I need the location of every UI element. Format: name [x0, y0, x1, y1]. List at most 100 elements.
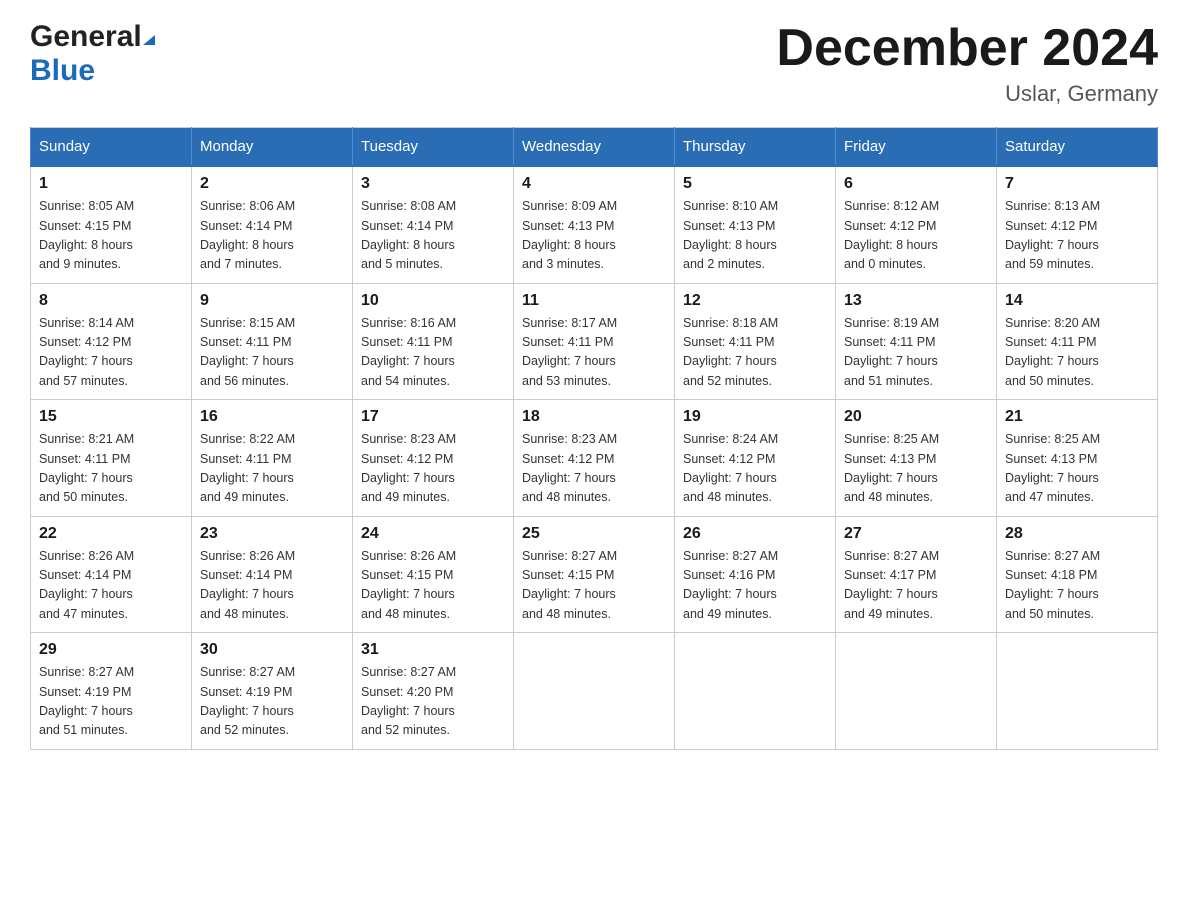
calendar-cell: 17 Sunrise: 8:23 AMSunset: 4:12 PMDayligh…	[353, 400, 514, 517]
day-number: 22	[39, 525, 183, 543]
calendar-cell: 5Sunrise: 8:10 AMSunset: 4:13 PMDaylight…	[675, 166, 836, 283]
page-header: General Blue December 2024 Uslar, German…	[30, 20, 1158, 107]
day-info: Sunrise: 8:27 AMSunset: 4:19 PMDaylight:…	[200, 663, 344, 741]
calendar-cell: 18 Sunrise: 8:23 AMSunset: 4:12 PMDayligh…	[514, 400, 675, 517]
calendar-cell: 9 Sunrise: 8:15 AMSunset: 4:11 PMDaylight…	[192, 283, 353, 400]
day-info: Sunrise: 8:27 AMSunset: 4:18 PMDaylight:…	[1005, 547, 1149, 625]
day-number: 27	[844, 525, 988, 543]
calendar-cell	[675, 633, 836, 750]
calendar-cell: 4Sunrise: 8:09 AMSunset: 4:13 PMDaylight…	[514, 166, 675, 283]
calendar-cell: 29 Sunrise: 8:27 AMSunset: 4:19 PMDayligh…	[31, 633, 192, 750]
calendar-cell: 26 Sunrise: 8:27 AMSunset: 4:16 PMDayligh…	[675, 516, 836, 633]
day-info: Sunrise: 8:24 AMSunset: 4:12 PMDaylight:…	[683, 430, 827, 508]
day-number: 31	[361, 641, 505, 659]
day-info: Sunrise: 8:27 AMSunset: 4:16 PMDaylight:…	[683, 547, 827, 625]
day-info: Sunrise: 8:13 AMSunset: 4:12 PMDaylight:…	[1005, 197, 1149, 275]
logo: General Blue	[30, 20, 155, 88]
calendar-cell: 22 Sunrise: 8:26 AMSunset: 4:14 PMDayligh…	[31, 516, 192, 633]
calendar-cell: 7Sunrise: 8:13 AMSunset: 4:12 PMDaylight…	[997, 166, 1158, 283]
calendar-cell: 13Sunrise: 8:19 AMSunset: 4:11 PMDayligh…	[836, 283, 997, 400]
day-info: Sunrise: 8:14 AMSunset: 4:12 PMDaylight:…	[39, 314, 183, 392]
day-number: 15	[39, 408, 183, 426]
calendar-cell: 28 Sunrise: 8:27 AMSunset: 4:18 PMDayligh…	[997, 516, 1158, 633]
day-number: 8	[39, 292, 183, 310]
day-number: 11	[522, 292, 666, 310]
day-info: Sunrise: 8:27 AMSunset: 4:15 PMDaylight:…	[522, 547, 666, 625]
day-info: Sunrise: 8:20 AMSunset: 4:11 PMDaylight:…	[1005, 314, 1149, 392]
calendar-cell: 31 Sunrise: 8:27 AMSunset: 4:20 PMDayligh…	[353, 633, 514, 750]
week-row-2: 8 Sunrise: 8:14 AMSunset: 4:12 PMDaylight…	[31, 283, 1158, 400]
column-header-tuesday: Tuesday	[353, 128, 514, 167]
day-number: 17	[361, 408, 505, 426]
day-info: Sunrise: 8:12 AMSunset: 4:12 PMDaylight:…	[844, 197, 988, 275]
column-header-friday: Friday	[836, 128, 997, 167]
calendar-cell: 2 Sunrise: 8:06 AMSunset: 4:14 PMDaylight…	[192, 166, 353, 283]
calendar-cell: 3 Sunrise: 8:08 AMSunset: 4:14 PMDaylight…	[353, 166, 514, 283]
day-number: 16	[200, 408, 344, 426]
day-number: 19	[683, 408, 827, 426]
day-number: 25	[522, 525, 666, 543]
day-info: Sunrise: 8:26 AMSunset: 4:15 PMDaylight:…	[361, 547, 505, 625]
day-number: 20	[844, 408, 988, 426]
column-header-saturday: Saturday	[997, 128, 1158, 167]
week-row-3: 15 Sunrise: 8:21 AMSunset: 4:11 PMDayligh…	[31, 400, 1158, 517]
day-info: Sunrise: 8:10 AMSunset: 4:13 PMDaylight:…	[683, 197, 827, 275]
location-label: Uslar, Germany	[776, 81, 1158, 107]
day-info: Sunrise: 8:21 AMSunset: 4:11 PMDaylight:…	[39, 430, 183, 508]
day-number: 6	[844, 175, 988, 193]
day-info: Sunrise: 8:23 AMSunset: 4:12 PMDaylight:…	[361, 430, 505, 508]
day-info: Sunrise: 8:05 AMSunset: 4:15 PMDaylight:…	[39, 197, 183, 275]
column-header-monday: Monday	[192, 128, 353, 167]
day-number: 21	[1005, 408, 1149, 426]
calendar-cell: 21Sunrise: 8:25 AMSunset: 4:13 PMDayligh…	[997, 400, 1158, 517]
day-number: 29	[39, 641, 183, 659]
calendar-cell	[997, 633, 1158, 750]
day-info: Sunrise: 8:18 AMSunset: 4:11 PMDaylight:…	[683, 314, 827, 392]
calendar-cell: 11Sunrise: 8:17 AMSunset: 4:11 PMDayligh…	[514, 283, 675, 400]
day-info: Sunrise: 8:25 AMSunset: 4:13 PMDaylight:…	[844, 430, 988, 508]
calendar-cell: 12Sunrise: 8:18 AMSunset: 4:11 PMDayligh…	[675, 283, 836, 400]
day-number: 3	[361, 175, 505, 193]
day-info: Sunrise: 8:16 AMSunset: 4:11 PMDaylight:…	[361, 314, 505, 392]
day-info: Sunrise: 8:26 AMSunset: 4:14 PMDaylight:…	[200, 547, 344, 625]
title-section: December 2024 Uslar, Germany	[776, 20, 1158, 107]
day-number: 23	[200, 525, 344, 543]
calendar-cell: 23 Sunrise: 8:26 AMSunset: 4:14 PMDayligh…	[192, 516, 353, 633]
day-number: 14	[1005, 292, 1149, 310]
day-info: Sunrise: 8:09 AMSunset: 4:13 PMDaylight:…	[522, 197, 666, 275]
day-number: 26	[683, 525, 827, 543]
day-info: Sunrise: 8:26 AMSunset: 4:14 PMDaylight:…	[39, 547, 183, 625]
week-row-4: 22 Sunrise: 8:26 AMSunset: 4:14 PMDayligh…	[31, 516, 1158, 633]
day-info: Sunrise: 8:27 AMSunset: 4:19 PMDaylight:…	[39, 663, 183, 741]
day-number: 28	[1005, 525, 1149, 543]
day-info: Sunrise: 8:23 AMSunset: 4:12 PMDaylight:…	[522, 430, 666, 508]
column-header-sunday: Sunday	[31, 128, 192, 167]
calendar-cell: 10Sunrise: 8:16 AMSunset: 4:11 PMDayligh…	[353, 283, 514, 400]
calendar-cell: 15 Sunrise: 8:21 AMSunset: 4:11 PMDayligh…	[31, 400, 192, 517]
logo-arrow-icon	[143, 25, 155, 45]
calendar-cell: 16 Sunrise: 8:22 AMSunset: 4:11 PMDayligh…	[192, 400, 353, 517]
calendar-cell: 6 Sunrise: 8:12 AMSunset: 4:12 PMDaylight…	[836, 166, 997, 283]
calendar-cell: 30 Sunrise: 8:27 AMSunset: 4:19 PMDayligh…	[192, 633, 353, 750]
day-info: Sunrise: 8:22 AMSunset: 4:11 PMDaylight:…	[200, 430, 344, 508]
day-number: 13	[844, 292, 988, 310]
day-info: Sunrise: 8:06 AMSunset: 4:14 PMDaylight:…	[200, 197, 344, 275]
day-number: 1	[39, 175, 183, 193]
day-info: Sunrise: 8:27 AMSunset: 4:20 PMDaylight:…	[361, 663, 505, 741]
day-number: 18	[522, 408, 666, 426]
calendar-cell	[514, 633, 675, 750]
day-info: Sunrise: 8:15 AMSunset: 4:11 PMDaylight:…	[200, 314, 344, 392]
week-row-5: 29 Sunrise: 8:27 AMSunset: 4:19 PMDayligh…	[31, 633, 1158, 750]
calendar-cell: 25 Sunrise: 8:27 AMSunset: 4:15 PMDayligh…	[514, 516, 675, 633]
day-number: 9	[200, 292, 344, 310]
day-number: 2	[200, 175, 344, 193]
day-number: 30	[200, 641, 344, 659]
week-row-1: 1 Sunrise: 8:05 AMSunset: 4:15 PMDaylight…	[31, 166, 1158, 283]
month-title: December 2024	[776, 20, 1158, 77]
logo-blue-text: Blue	[30, 54, 95, 88]
day-number: 24	[361, 525, 505, 543]
column-header-wednesday: Wednesday	[514, 128, 675, 167]
calendar-cell: 1 Sunrise: 8:05 AMSunset: 4:15 PMDaylight…	[31, 166, 192, 283]
day-info: Sunrise: 8:08 AMSunset: 4:14 PMDaylight:…	[361, 197, 505, 275]
calendar-cell: 27Sunrise: 8:27 AMSunset: 4:17 PMDayligh…	[836, 516, 997, 633]
